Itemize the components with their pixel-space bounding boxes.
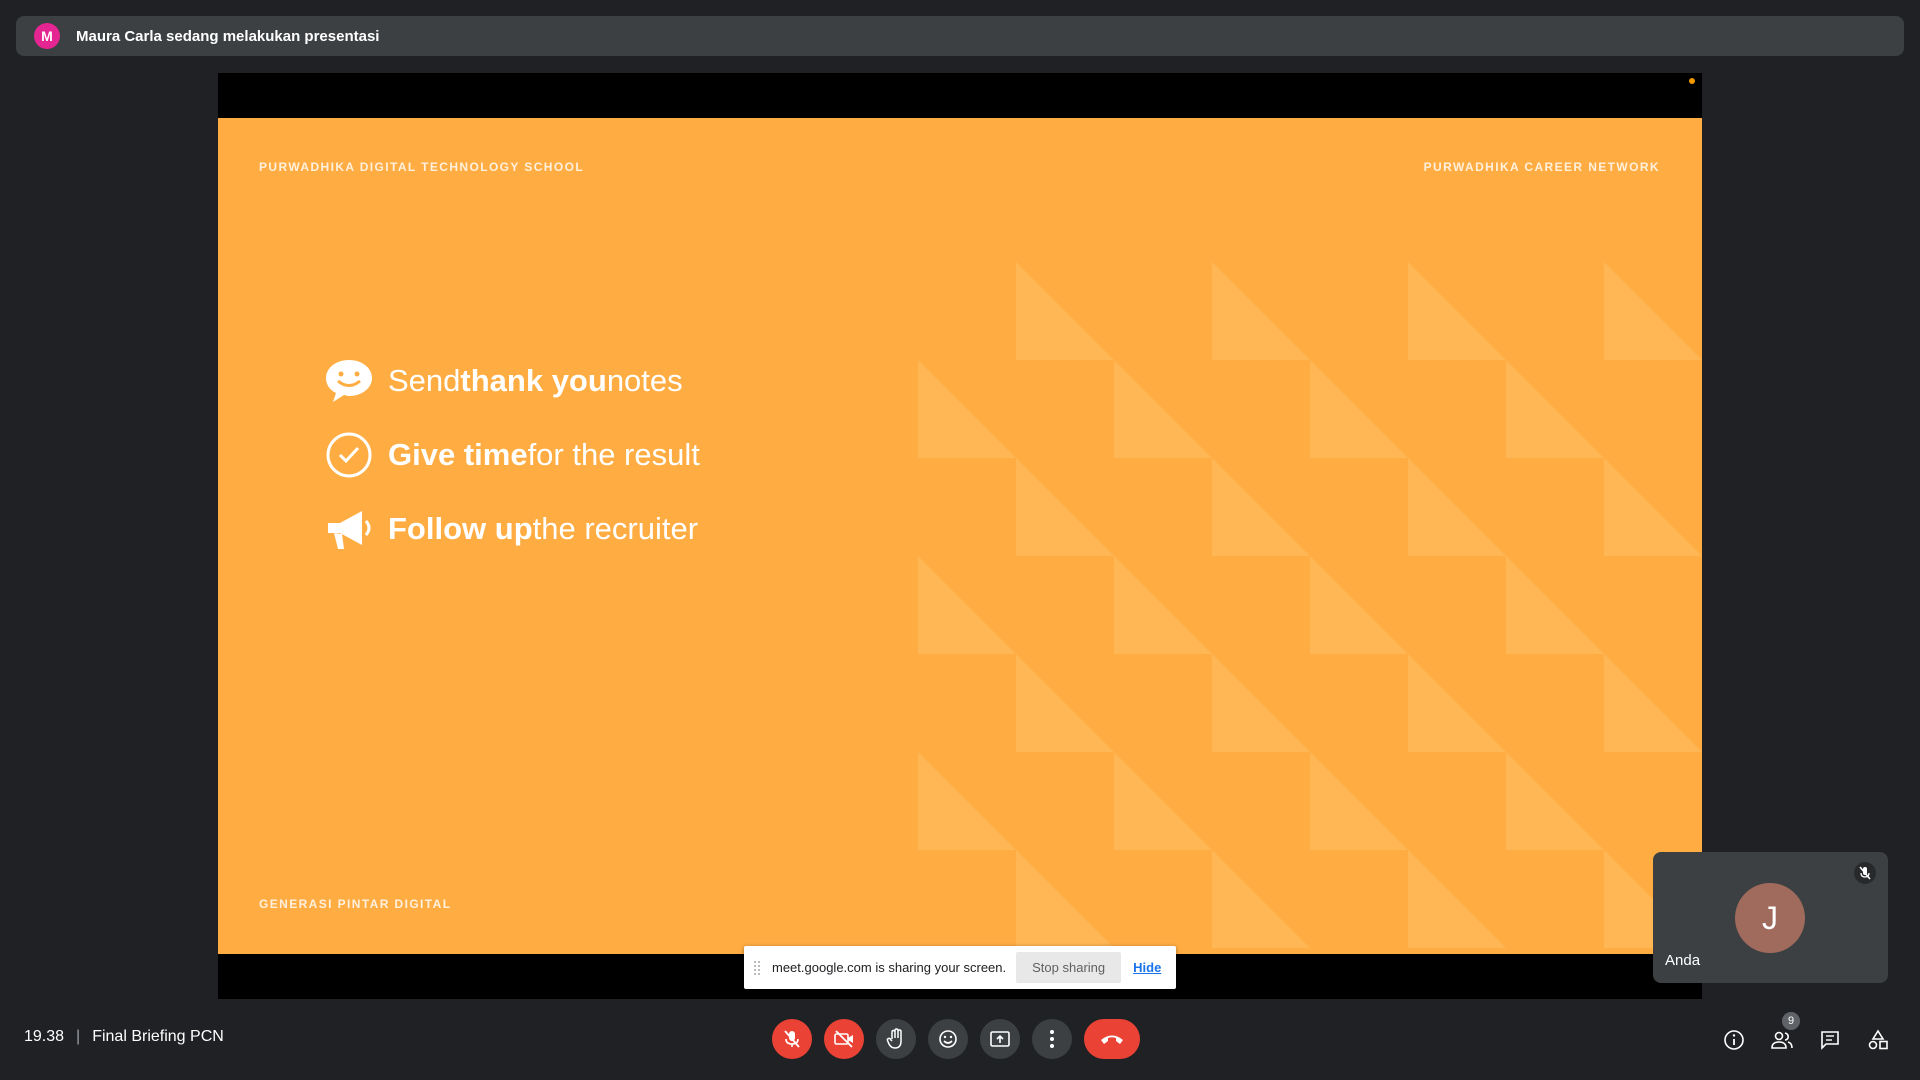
emoji-icon	[939, 1030, 957, 1048]
activities-shapes-icon	[1868, 1029, 1888, 1050]
meeting-time: 19.38	[24, 1028, 65, 1045]
emoji-reaction-button[interactable]	[928, 1019, 968, 1059]
screen-share-notice: meet.google.com is sharing your screen. …	[744, 946, 1176, 989]
meeting-title: Final Briefing PCN	[92, 1028, 224, 1045]
slide-bullet-list: Send thank you notes Give time for the r…	[324, 356, 700, 578]
chat-icon	[1821, 1031, 1839, 1050]
megaphone-icon	[324, 504, 374, 554]
participants-count-badge: 9	[1782, 1012, 1800, 1030]
mic-off-icon	[784, 1030, 800, 1048]
meeting-side-controls: 9	[1706, 1012, 1898, 1056]
slide-header-right: PURWADHIKA CAREER NETWORK	[1423, 160, 1660, 174]
slide-header-left: PURWADHIKA DIGITAL TECHNOLOGY SCHOOL	[259, 160, 585, 174]
presentation-slide: PURWADHIKA DIGITAL TECHNOLOGY SCHOOL PUR…	[218, 118, 1702, 954]
recording-dot-icon	[1689, 78, 1695, 84]
leave-call-button[interactable]	[1084, 1019, 1140, 1059]
people-icon	[1771, 1031, 1793, 1049]
more-options-button[interactable]	[1032, 1019, 1072, 1059]
camera-toggle-button[interactable]	[824, 1019, 864, 1059]
slide-footer-left: GENERASI PINTAR DIGITAL	[259, 897, 452, 911]
bullet-text-post: notes	[606, 363, 683, 398]
share-notice-text: meet.google.com is sharing your screen.	[772, 960, 1007, 975]
hand-icon	[886, 1028, 902, 1049]
chat-button[interactable]	[1810, 1024, 1850, 1056]
participants-button[interactable]: 9	[1762, 1012, 1802, 1056]
bullet-text-bold: thank you	[460, 363, 607, 398]
bullet-text-post: for the result	[527, 437, 700, 472]
mic-off-icon	[1854, 862, 1876, 884]
bullet-text-bold: Follow up	[388, 511, 533, 546]
more-vert-icon	[1050, 1030, 1054, 1048]
bullet-text-bold: Give time	[388, 437, 528, 472]
raise-hand-button[interactable]	[876, 1019, 916, 1059]
bullet-text-post: the recruiter	[532, 511, 699, 546]
self-name: Anda	[1665, 952, 1701, 969]
present-icon	[990, 1031, 1010, 1047]
hide-link[interactable]: Hide	[1133, 960, 1161, 975]
drag-handle-icon[interactable]	[754, 960, 760, 975]
hang-up-icon	[1101, 1035, 1123, 1044]
speech-bubble-icon	[324, 356, 374, 406]
presenter-banner: M Maura Carla sedang melakukan presentas…	[16, 16, 1904, 56]
info-icon	[1724, 1030, 1744, 1050]
slide-bullet: Send thank you notes	[324, 356, 700, 406]
camera-off-icon	[834, 1030, 853, 1048]
presenter-avatar: M	[34, 23, 60, 49]
slide-bullet: Give time for the result	[324, 430, 700, 480]
meeting-info: 19.38 | Final Briefing PCN	[24, 1028, 224, 1046]
presentation-stage: PURWADHIKA DIGITAL TECHNOLOGY SCHOOL PUR…	[218, 73, 1702, 999]
stop-sharing-button[interactable]: Stop sharing	[1016, 952, 1122, 983]
mic-toggle-button[interactable]	[772, 1019, 812, 1059]
clock-check-icon	[324, 430, 374, 480]
present-screen-button[interactable]	[980, 1019, 1020, 1059]
self-avatar: J	[1735, 883, 1805, 953]
call-controls	[772, 1019, 1140, 1059]
meeting-info-separator: |	[76, 1028, 81, 1045]
slide-bullet: Follow up the recruiter	[324, 504, 700, 554]
self-video-tile[interactable]: J Anda	[1653, 852, 1888, 983]
meeting-details-button[interactable]	[1714, 1024, 1754, 1056]
activities-button[interactable]	[1858, 1024, 1898, 1056]
bullet-text-pre: Send	[388, 363, 461, 398]
presenter-banner-text: Maura Carla sedang melakukan presentasi	[76, 27, 380, 45]
